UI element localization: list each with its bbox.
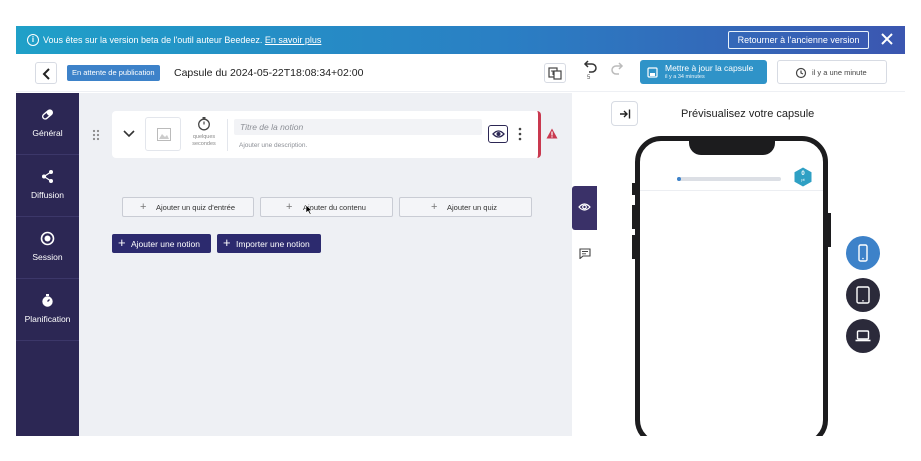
progress-fill [677,177,682,181]
plus-icon: + [286,201,293,213]
sidebar-item-planification[interactable]: Planification [16,279,79,341]
add-quiz-label: Ajouter un quiz [447,203,498,212]
notion-title-input[interactable] [234,119,482,135]
plus-icon: + [140,201,147,213]
divider [227,119,228,151]
device-phone-button[interactable] [846,236,880,270]
status-badge: En attente de publication [67,65,160,81]
share-icon [42,170,53,183]
history-button[interactable]: il y a une minute [777,60,887,84]
sidebar-item-diffusion[interactable]: Diffusion [16,155,79,217]
info-icon: i [27,34,39,46]
points-badge: 0 pt [793,167,813,187]
notion-description[interactable]: Ajouter une description. [239,142,307,149]
timer[interactable]: quelques secondes [188,116,220,148]
plus-icon: + [431,201,438,213]
stopwatch-icon [198,117,210,131]
save-icon [647,67,658,78]
plus-icon: + [118,235,126,250]
image-placeholder[interactable] [145,117,181,151]
comment-icon [579,248,591,259]
timer-line1: quelques [192,134,216,140]
add-notion-button[interactable]: + Ajouter une notion [112,234,211,253]
phone-notch [689,140,775,155]
add-notion-label: Ajouter une notion [131,239,200,249]
old-version-button[interactable]: Retourner à l'ancienne version [728,31,869,49]
sidebar-item-general[interactable]: Général [16,93,79,155]
redo-button[interactable] [610,62,626,78]
add-entry-quiz-button[interactable]: + Ajouter un quiz d'entrée [122,197,254,217]
undo-icon [583,60,597,73]
sidebar-item-session[interactable]: Session [16,217,79,279]
mouse-cursor-icon [305,204,313,215]
comments-tab[interactable] [572,234,597,274]
sidebar-item-label: Session [32,252,63,262]
plus-icon: + [223,235,231,250]
update-capsule-subtitle: il y a 34 minutes [665,74,705,80]
more-options-icon[interactable] [517,126,523,142]
laptop-icon [855,330,871,342]
banner-message: Vous êtes sur la version beta de l'outil… [43,35,321,45]
warning-icon [546,128,558,139]
preview-tab[interactable] [572,186,597,230]
page-title: Capsule du 2024-05-22T18:08:34+02:00 [174,67,364,79]
undo-count: 5 [587,75,591,81]
preview-panel: Prévisualisez votre capsule 0 pt [597,93,905,436]
import-notion-button[interactable]: + Importer une notion [217,234,321,253]
collapse-preview-button[interactable] [611,101,638,126]
device-laptop-button[interactable] [846,319,880,353]
import-notion-label: Importer une notion [236,239,310,249]
timer-line2: secondes [192,141,216,147]
sidebar: Général Diffusion Session Planification [16,93,79,436]
image-icon [157,128,171,141]
tablet-icon [856,286,870,304]
translate-button[interactable] [544,63,566,83]
phone-preview: 0 pt [632,136,831,436]
chevron-left-icon [42,68,50,80]
translate-icon [548,67,562,80]
side-tabs [572,186,597,276]
close-icon[interactable] [880,32,894,46]
banner-text: Vous êtes sur la version beta de l'outil… [43,35,263,45]
sidebar-item-label: Général [32,128,63,138]
chevron-down-icon[interactable] [122,127,136,141]
visibility-button[interactable] [488,125,508,143]
update-capsule-button[interactable]: Mettre à jour la capsule il y a 34 minut… [640,60,767,84]
collapse-right-icon [620,109,631,119]
back-button[interactable] [35,62,57,84]
stopwatch-icon [42,294,53,307]
preview-title: Prévisualisez votre capsule [681,108,815,120]
add-entry-quiz-label: Ajouter un quiz d'entrée [156,203,235,212]
phone-icon [858,244,868,262]
pill-icon [42,109,53,120]
capsule-progress-bar [677,177,781,181]
history-label: il y a une minute [812,68,867,77]
beta-banner: i Vous êtes sur la version beta de l'out… [16,26,905,54]
add-content-button[interactable]: + Ajouter du contenu [260,197,393,217]
phone-side-button [632,235,635,259]
editor-area: quelques secondes Ajouter une descriptio… [79,93,572,436]
update-capsule-label: Mettre à jour la capsule [665,63,754,73]
phone-side-button [632,205,635,229]
undo-button[interactable]: 5 [581,60,599,86]
notion-card: quelques secondes Ajouter une descriptio… [112,111,541,158]
eye-icon [492,130,505,138]
sidebar-item-label: Planification [24,314,71,324]
phone-side-button [632,183,635,195]
history-icon [795,67,807,79]
device-tablet-button[interactable] [846,278,880,312]
app-window: i Vous êtes sur la version beta de l'out… [16,26,905,436]
points-unit: pt [801,177,805,182]
target-icon [40,231,55,246]
eye-icon [578,203,591,211]
add-quiz-button[interactable]: + Ajouter un quiz [399,197,532,217]
editor-header: En attente de publication Capsule du 202… [16,54,905,92]
learn-more-link[interactable]: En savoir plus [265,35,322,45]
sidebar-item-label: Diffusion [31,190,64,200]
phone-side-button [828,213,831,247]
redo-icon [611,62,624,75]
drag-handle-icon[interactable] [92,129,100,141]
